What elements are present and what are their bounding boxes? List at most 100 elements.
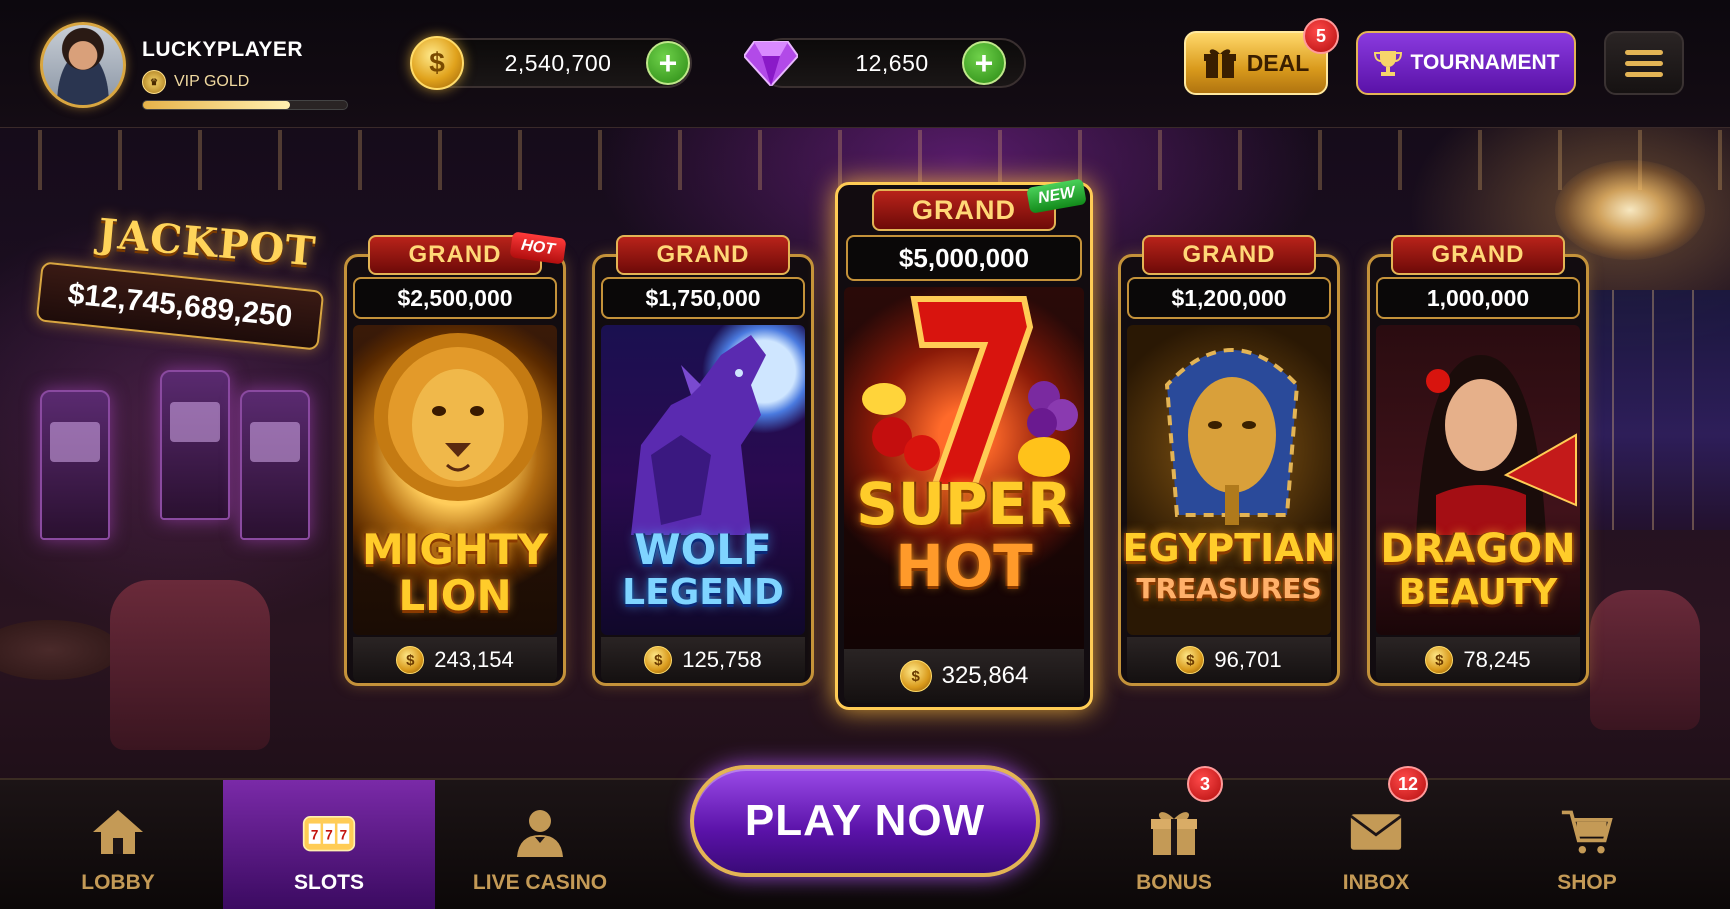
nav-label: SLOTS [293,871,364,894]
nav-label: LOBBY [81,871,155,894]
player-count-value: 243,154 [434,647,514,672]
background-slot-machine [160,370,230,520]
game-title-line2: HOT [895,532,1033,600]
coin-icon: $ [396,646,425,674]
menu-icon [1625,49,1663,55]
player-count-value: 78,245 [1463,647,1531,672]
game-title-line2: LEGEND [622,572,784,613]
nav-lobby[interactable]: LOBBY [18,780,218,909]
player-name: LUCKYPLAYER [142,38,304,61]
add-gems-button[interactable]: + [962,41,1006,85]
game-card-wolf-legend[interactable]: GRAND $1,750,000 WOLF LEGEND $ 125,758 [592,235,814,686]
pharaoh-icon [1164,348,1300,525]
nav-bonus[interactable]: BONUS [1074,780,1274,909]
background-table [0,620,120,680]
new-tag: NEW [1026,178,1088,214]
grand-label: GRAND [1391,235,1565,275]
game-card-super-hot[interactable]: GRAND NEW $5,000,000 SUPER HOT $ 325,864 [835,178,1093,710]
game-title-line1: DRAGON [1380,526,1576,572]
nav-inbox[interactable]: INBOX [1276,780,1476,909]
slot-machine-icon: 777 [302,807,356,857]
player-count: $ 125,758 [601,637,805,683]
trophy-icon [1373,51,1402,76]
game-card-dragon-beauty[interactable]: GRAND 1,000,000 DRAGON BEAUTY $ 78,245 [1367,235,1589,686]
player-count-value: 125,758 [682,647,762,672]
deal-badge: 5 [1303,18,1339,54]
player-count-value: 325,864 [941,662,1029,689]
svg-text:7: 7 [311,828,319,843]
coin-icon: $ [410,36,464,90]
lady-fan-icon [1416,355,1577,535]
vip-level-label: VIP GOLD [174,73,250,90]
grand-prize: $1,750,000 [601,277,805,319]
menu-button[interactable] [1604,31,1684,95]
dealer-icon [513,807,567,857]
gem-balance-value: 12,650 [855,49,929,76]
deal-label: DEAL [1246,49,1310,76]
game-title-line1: WOLF [634,525,772,574]
top-bar: LUCKYPLAYER ♛ VIP GOLD 2,540,700 $ + 12,… [0,0,1730,128]
cart-icon [1560,807,1614,857]
svg-text:7: 7 [325,828,333,843]
game-card-egyptian-treasures[interactable]: GRAND $1,200,000 EGYPTIAN TREASURES $ 96… [1118,235,1340,686]
game-title-line1: MIGHTY [361,525,549,574]
ceiling-lights [0,130,1730,190]
background-slot-machine [40,390,110,540]
background-chair [1590,590,1700,730]
nav-label: SHOP [1557,871,1617,894]
tournament-button[interactable]: TOURNAMENT [1356,31,1576,95]
nav-shop[interactable]: SHOP [1487,780,1687,909]
gift-icon [1147,807,1201,857]
svg-text:7: 7 [340,828,348,843]
avatar[interactable] [40,22,126,108]
background-chair [110,580,270,750]
game-lobby: { "player": {"name": "LUCKYPLAYER", "vip… [0,0,1730,909]
tournament-label: TOURNAMENT [1410,51,1560,74]
inbox-badge: 12 [1388,766,1428,802]
game-title-line1: SUPER [856,470,1072,538]
grand-prize: $1,200,000 [1127,277,1331,319]
game-title-line2: LION [398,571,512,620]
vip-crown-icon: ♛ [142,70,166,94]
jackpot-amount: $12,745,689,250 [35,261,325,351]
mail-icon [1349,807,1403,857]
vip-progress-bar [142,100,348,110]
grand-prize: 1,000,000 [1376,277,1580,319]
add-coins-button[interactable]: + [646,41,690,85]
home-icon [91,807,145,857]
play-now-button[interactable]: PLAY NOW [690,765,1040,877]
coin-icon: $ [1176,646,1205,674]
nav-label: INBOX [1342,871,1410,894]
game-card-mighty-lion[interactable]: GRAND HOT $2,500,000 MIGHTY LION $ 243,1… [344,231,567,686]
background-slot-machine [240,390,310,540]
vip-level: ♛ VIP GOLD [142,70,249,94]
nav-label: LIVE CASINO [472,871,608,894]
chandelier [1555,160,1705,260]
coin-icon: $ [1425,646,1454,674]
player-count: $ 243,154 [353,637,557,683]
nav-slots[interactable]: 777 SLOTS [223,780,435,909]
game-title-line2: TREASURES [1136,572,1322,605]
coin-balance-value: 2,540,700 [504,49,612,76]
gift-icon [1203,49,1236,78]
player-count: $ 325,864 [844,649,1084,703]
grand-prize: $5,000,000 [846,235,1082,281]
nav-live-casino[interactable]: LIVE CASINO [440,780,640,909]
player-count: $ 78,245 [1376,637,1580,683]
coin-icon: $ [899,660,932,692]
player-count: $ 96,701 [1127,637,1331,683]
grand-label: GRAND [1142,235,1316,275]
vip-progress-fill [143,101,290,109]
player-count-value: 96,701 [1214,647,1282,672]
wolf-icon [631,335,766,535]
grand-prize: $2,500,000 [353,277,557,319]
game-title-line2: BEAUTY [1398,572,1558,613]
coin-icon: $ [644,646,673,674]
lion-icon [374,333,542,501]
jackpot-title: JACKPOT [96,209,318,276]
grand-label: GRAND [616,235,790,275]
diamond-icon [744,40,798,86]
bonus-badge: 3 [1187,766,1223,802]
game-title-line1: EGYPTIAN [1122,526,1336,570]
nav-label: BONUS [1136,871,1212,894]
